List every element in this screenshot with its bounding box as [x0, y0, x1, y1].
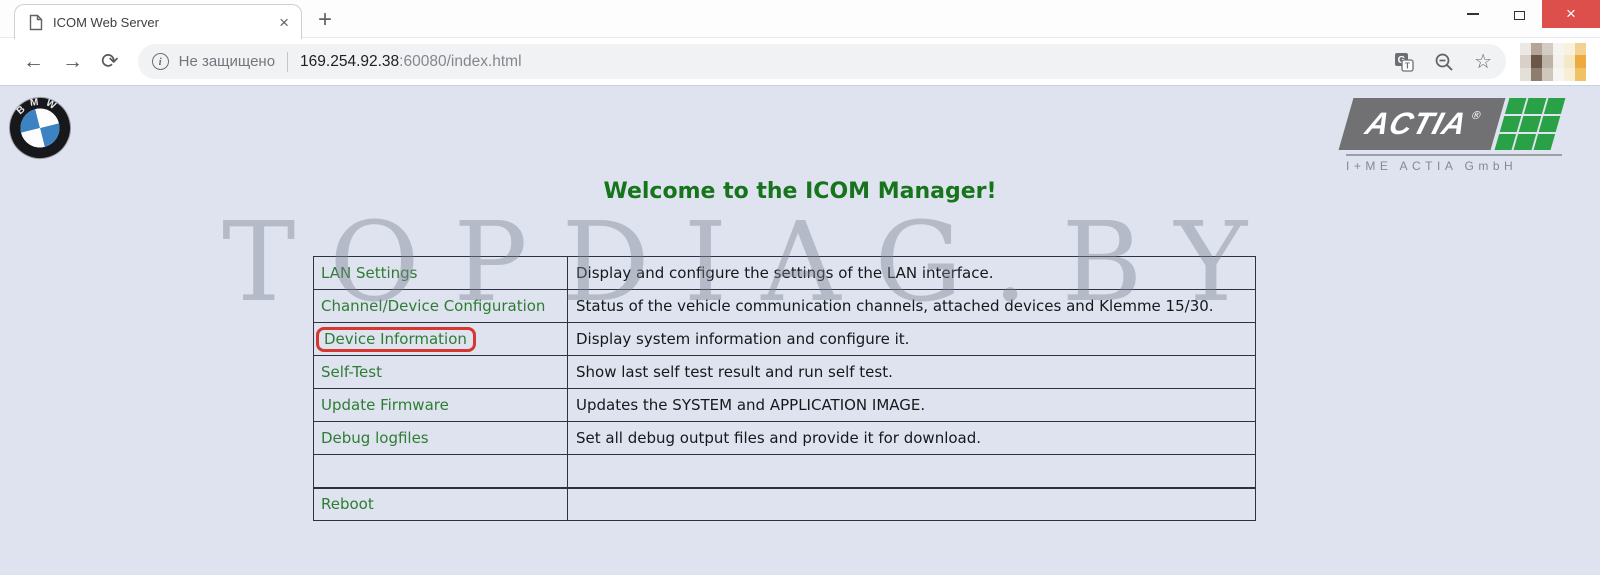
link-update-firmware[interactable]: Update Firmware: [321, 396, 449, 414]
actia-brand-text: ACTIA: [1361, 106, 1472, 141]
actia-logo: ACTIA ® I+ME ACTIA GmbH: [1338, 98, 1566, 173]
desc-self-test: Show last self test result and run self …: [567, 355, 1256, 389]
tab-close-icon[interactable]: ×: [277, 14, 291, 31]
table-row: Reboot: [313, 486, 1256, 521]
bookmark-star-icon[interactable]: ☆: [1474, 52, 1492, 72]
address-bar[interactable]: i Не защищено 169.254.92.38:60080/index.…: [137, 44, 1506, 79]
browser-tab[interactable]: ICOM Web Server ×: [14, 4, 302, 39]
desc-device-information: Display system information and configure…: [567, 322, 1256, 356]
favicon-page-icon: [29, 14, 43, 31]
link-self-test[interactable]: Self-Test: [321, 363, 382, 381]
back-button[interactable]: ←: [14, 51, 53, 72]
table-row: Device Information Display system inform…: [313, 322, 1256, 356]
window-controls: ×: [1450, 0, 1600, 28]
page-title: Welcome to the ICOM Manager!: [603, 179, 997, 204]
bmw-logo: BMW: [8, 91, 72, 160]
minimize-icon: [1467, 13, 1479, 15]
close-window-button[interactable]: ×: [1542, 0, 1600, 28]
translate-icon[interactable]: G T: [1394, 52, 1414, 72]
desc-lan-settings: Display and configure the settings of th…: [567, 256, 1256, 290]
actia-logo-plate: ACTIA ®: [1338, 98, 1570, 150]
link-device-information[interactable]: Device Information: [316, 326, 476, 352]
table-row-empty: [313, 454, 1256, 488]
restore-icon: [1513, 7, 1530, 20]
omnibox-divider: [287, 51, 289, 72]
table-row: Channel/Device Configuration Status of t…: [313, 289, 1256, 323]
new-tab-button[interactable]: +: [318, 6, 332, 34]
site-info-icon[interactable]: i: [151, 53, 169, 70]
link-channel-device-configuration[interactable]: Channel/Device Configuration: [321, 297, 545, 315]
table-row: Update Firmware Updates the SYSTEM and A…: [313, 388, 1256, 422]
titlebar: ICOM Web Server × + ×: [0, 0, 1600, 39]
minimize-button[interactable]: [1450, 0, 1496, 28]
link-lan-settings[interactable]: LAN Settings: [321, 264, 417, 282]
actia-green-grid: [1494, 98, 1566, 150]
empty-cell: [567, 454, 1256, 488]
actia-subtitle: I+ME ACTIA GmbH: [1346, 158, 1518, 173]
restore-button[interactable]: [1496, 0, 1542, 28]
table-row: LAN Settings Display and configure the s…: [313, 256, 1256, 290]
url-host: 169.254.92.38: [300, 52, 400, 70]
tab-title: ICOM Web Server: [53, 14, 159, 30]
svg-text:T: T: [1405, 61, 1410, 70]
desc-debug-logfiles: Set all debug output files and provide i…: [567, 421, 1256, 455]
desc-channel-device-configuration: Status of the vehicle communication chan…: [567, 289, 1256, 323]
browser-toolbar: ← → ⟳ i Не защищено 169.254.92.38:60080/…: [0, 38, 1600, 86]
page-content: BMW ACTIA ® I+ME ACTIA GmbH Welcome to th…: [0, 86, 1600, 575]
url-path: :60080/index.html: [399, 52, 522, 70]
link-reboot[interactable]: Reboot: [321, 495, 374, 513]
actia-registered-mark: ®: [1469, 108, 1484, 122]
actia-divider-line: [1346, 154, 1562, 156]
zoom-out-icon[interactable]: [1434, 52, 1454, 72]
reload-button[interactable]: ⟳: [92, 51, 128, 72]
profile-avatar[interactable]: [1520, 42, 1586, 81]
table-row: Self-Test Show last self test result and…: [313, 355, 1256, 389]
browser-window: ICOM Web Server × + × ← → ⟳ i Не защищен…: [0, 0, 1600, 576]
security-label[interactable]: Не защищено: [179, 53, 275, 70]
forward-button[interactable]: →: [53, 51, 92, 72]
desc-update-firmware: Updates the SYSTEM and APPLICATION IMAGE…: [567, 388, 1256, 422]
table-row: Debug logfiles Set all debug output file…: [313, 421, 1256, 455]
link-debug-logfiles[interactable]: Debug logfiles: [321, 429, 429, 447]
url-text: 169.254.92.38:60080/index.html: [300, 53, 521, 71]
icom-menu-table: LAN Settings Display and configure the s…: [313, 256, 1256, 521]
desc-reboot: [567, 486, 1256, 521]
